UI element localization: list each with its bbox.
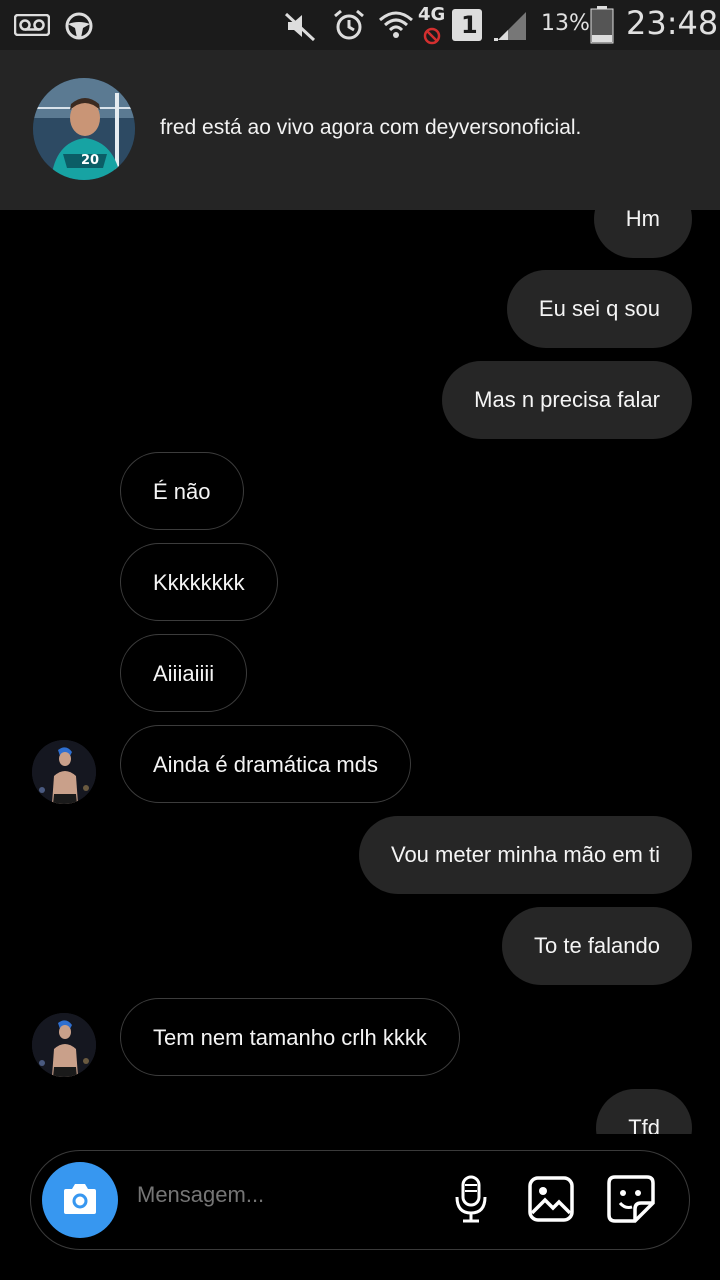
message-input[interactable] bbox=[135, 1181, 419, 1209]
svg-text:20: 20 bbox=[81, 153, 99, 168]
avatar: 20 bbox=[33, 78, 135, 180]
camera-icon bbox=[64, 1184, 96, 1214]
clock: 23:48 bbox=[626, 4, 719, 42]
wifi-icon bbox=[379, 11, 413, 38]
sim-number: 1 bbox=[461, 11, 478, 39]
message-bubble-incoming[interactable]: Ainda é dramática mds bbox=[120, 725, 411, 803]
message-bubble-incoming[interactable]: Aiiiaiiii bbox=[120, 634, 248, 712]
signal-icon bbox=[494, 12, 526, 41]
sender-avatar[interactable] bbox=[32, 740, 96, 804]
message-bubble-incoming[interactable]: Tem nem tamanho crlh kkkk bbox=[120, 998, 460, 1076]
sticker-icon[interactable] bbox=[605, 1173, 657, 1225]
message-bubble-outgoing[interactable]: Tfd bbox=[596, 1089, 692, 1134]
steering-wheel-icon bbox=[65, 12, 93, 40]
sim-icon: 1 bbox=[452, 9, 482, 41]
message-bubble-outgoing[interactable]: Vou meter minha mão em ti bbox=[358, 816, 692, 894]
battery-percent: 13% bbox=[541, 11, 590, 36]
status-bar: 4G 1 13% 23:48 bbox=[0, 0, 720, 50]
no-data-icon bbox=[423, 27, 441, 45]
microphone-icon[interactable] bbox=[445, 1173, 497, 1225]
notification-text: fred está ao vivo agora com deyversonofi… bbox=[160, 116, 582, 139]
camera-button[interactable] bbox=[42, 1162, 118, 1238]
voicemail-icon bbox=[14, 14, 50, 36]
gallery-icon[interactable] bbox=[525, 1173, 577, 1225]
message-list[interactable]: Hm Eu sei q sou Mas n precisa falar É nã… bbox=[0, 210, 720, 1134]
live-notification-banner[interactable]: 20 fred está ao vivo agora com deyverson… bbox=[0, 50, 720, 210]
message-bubble-incoming[interactable]: É não bbox=[120, 452, 244, 530]
message-bubble-outgoing[interactable]: Mas n precisa falar bbox=[442, 361, 692, 439]
sender-avatar[interactable] bbox=[32, 1013, 96, 1077]
message-bubble-outgoing[interactable]: Hm bbox=[593, 210, 692, 258]
message-composer bbox=[30, 1150, 690, 1250]
message-bubble-incoming[interactable]: Kkkkkkkk bbox=[120, 543, 278, 621]
network-type-label: 4G bbox=[418, 4, 446, 25]
battery-icon bbox=[590, 6, 614, 44]
alarm-icon bbox=[334, 9, 364, 40]
message-bubble-outgoing[interactable]: Eu sei q sou bbox=[506, 270, 692, 348]
mute-icon bbox=[284, 12, 316, 42]
message-bubble-outgoing[interactable]: To te falando bbox=[502, 907, 692, 985]
